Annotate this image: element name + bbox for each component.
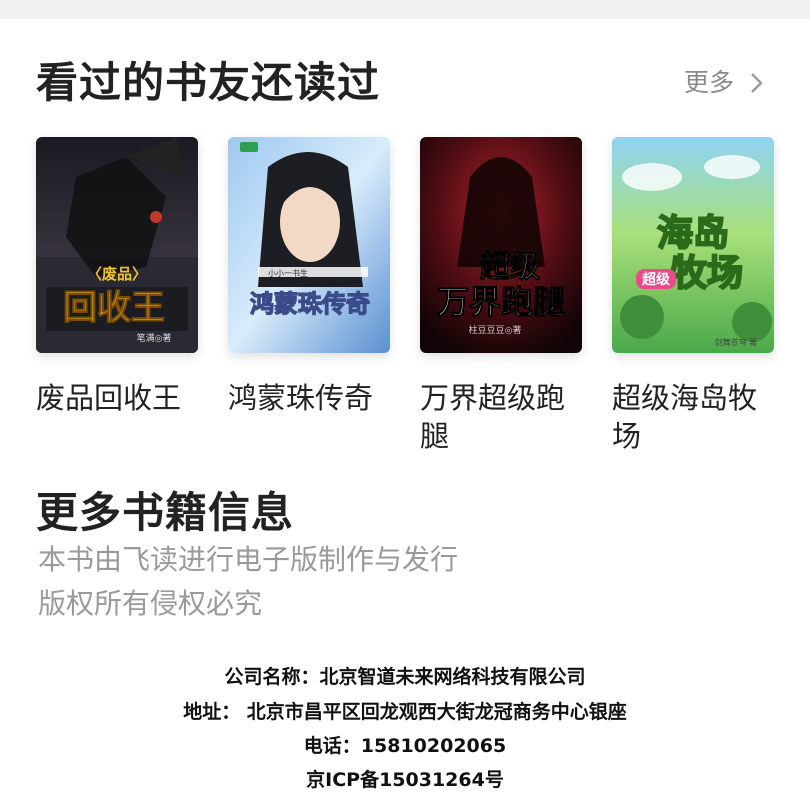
publisher-note: 本书由飞读进行电子版制作与发行: [38, 543, 459, 576]
info-title: 更多书籍信息: [36, 488, 295, 537]
book-title[interactable]: 废品回收王: [36, 379, 198, 417]
cover-title: 万界跑腿: [437, 283, 565, 321]
cover-author: 剑舞苍穹 著: [715, 337, 758, 347]
section-title: 看过的书友还读过: [36, 58, 381, 107]
cover-title: 牧场: [671, 253, 743, 294]
cover-title: 超级: [480, 250, 540, 285]
book-title[interactable]: 超级海岛牧场: [612, 379, 774, 455]
book-card[interactable]: 〈废品〉 回收王 笔满◎著 废品回收王: [36, 137, 198, 417]
footer-company: 公司名称：北京智道未来网络科技有限公司: [224, 666, 586, 688]
cover-author: 小小一书生: [268, 268, 308, 278]
cover-title: 回收王: [63, 288, 165, 328]
chevron-right-icon: [751, 73, 763, 93]
book-title[interactable]: 鸿蒙珠传奇: [228, 379, 390, 417]
top-bar: [0, 0, 810, 19]
book-cover-art: 〈废品〉 回收王 笔满◎著: [36, 137, 198, 353]
more-link[interactable]: 更多: [684, 66, 766, 100]
book-cover-art: 小小一书生 鸿蒙珠传奇: [228, 137, 390, 353]
book-cover[interactable]: 海岛 牧场 超级 剑舞苍穹 著: [612, 137, 774, 353]
book-cover-art: 超级 万界跑腿 柱豆豆豆◎著: [420, 137, 582, 353]
book-card[interactable]: 小小一书生 鸿蒙珠传奇 鸿蒙珠传奇: [228, 137, 390, 417]
book-cover[interactable]: 小小一书生 鸿蒙珠传奇: [228, 137, 390, 353]
book-title[interactable]: 万界超级跑腿: [420, 379, 582, 455]
book-cover-art: 海岛 牧场 超级 剑舞苍穹 著: [612, 137, 774, 353]
footer-icp: 京ICP备15031264号: [306, 769, 504, 791]
cover-badge: 超级: [641, 271, 671, 288]
book-cover[interactable]: 〈废品〉 回收王 笔满◎著: [36, 137, 198, 353]
cover-title: 海岛: [657, 213, 729, 254]
footer-phone: 电话：15810202065: [303, 735, 507, 757]
cover-title: 〈废品〉: [87, 265, 147, 283]
book-card[interactable]: 海岛 牧场 超级 剑舞苍穹 著 超级海岛牧场: [612, 137, 774, 455]
footer-address: 地址： 北京市昌平区回龙观西大街龙冠商务中心银座: [183, 701, 627, 723]
more-label: 更多: [684, 68, 735, 97]
copyright-note: 版权所有侵权必究: [38, 587, 263, 620]
cover-author: 柱豆豆豆◎著: [469, 324, 522, 336]
cover-title: 鸿蒙珠传奇: [250, 289, 370, 318]
book-card[interactable]: 超级 万界跑腿 柱豆豆豆◎著 万界超级跑腿: [420, 137, 582, 455]
book-cover[interactable]: 超级 万界跑腿 柱豆豆豆◎著: [420, 137, 582, 353]
cover-author: 笔满◎著: [137, 332, 172, 344]
